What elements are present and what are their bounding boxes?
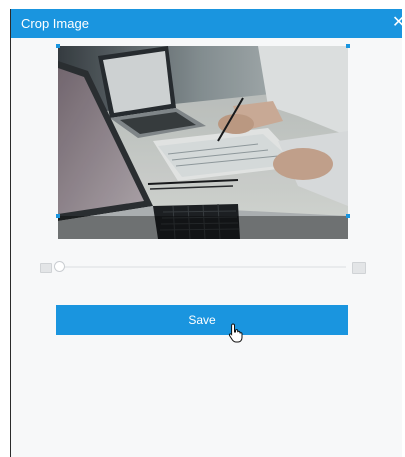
save-button[interactable]: Save (56, 305, 348, 335)
crop-handle-bottom-left[interactable] (56, 214, 60, 218)
crop-handle-top-left[interactable] (56, 44, 60, 48)
crop-handle-bottom-right[interactable] (346, 214, 350, 218)
zoom-slider-thumb[interactable] (54, 261, 65, 272)
crop-outside-shade (58, 216, 348, 239)
crop-image-canvas[interactable] (58, 46, 348, 239)
crop-photo (58, 46, 348, 239)
zoom-slider-track[interactable] (56, 266, 346, 268)
zoom-in-icon (352, 262, 366, 274)
dialog-title: Crop Image (21, 16, 89, 31)
dialog-title-bar: Crop Image ✕ (11, 9, 405, 38)
zoom-out-icon (40, 263, 52, 273)
hand-cursor-icon (228, 323, 243, 343)
crop-handle-top-right[interactable] (346, 44, 350, 48)
